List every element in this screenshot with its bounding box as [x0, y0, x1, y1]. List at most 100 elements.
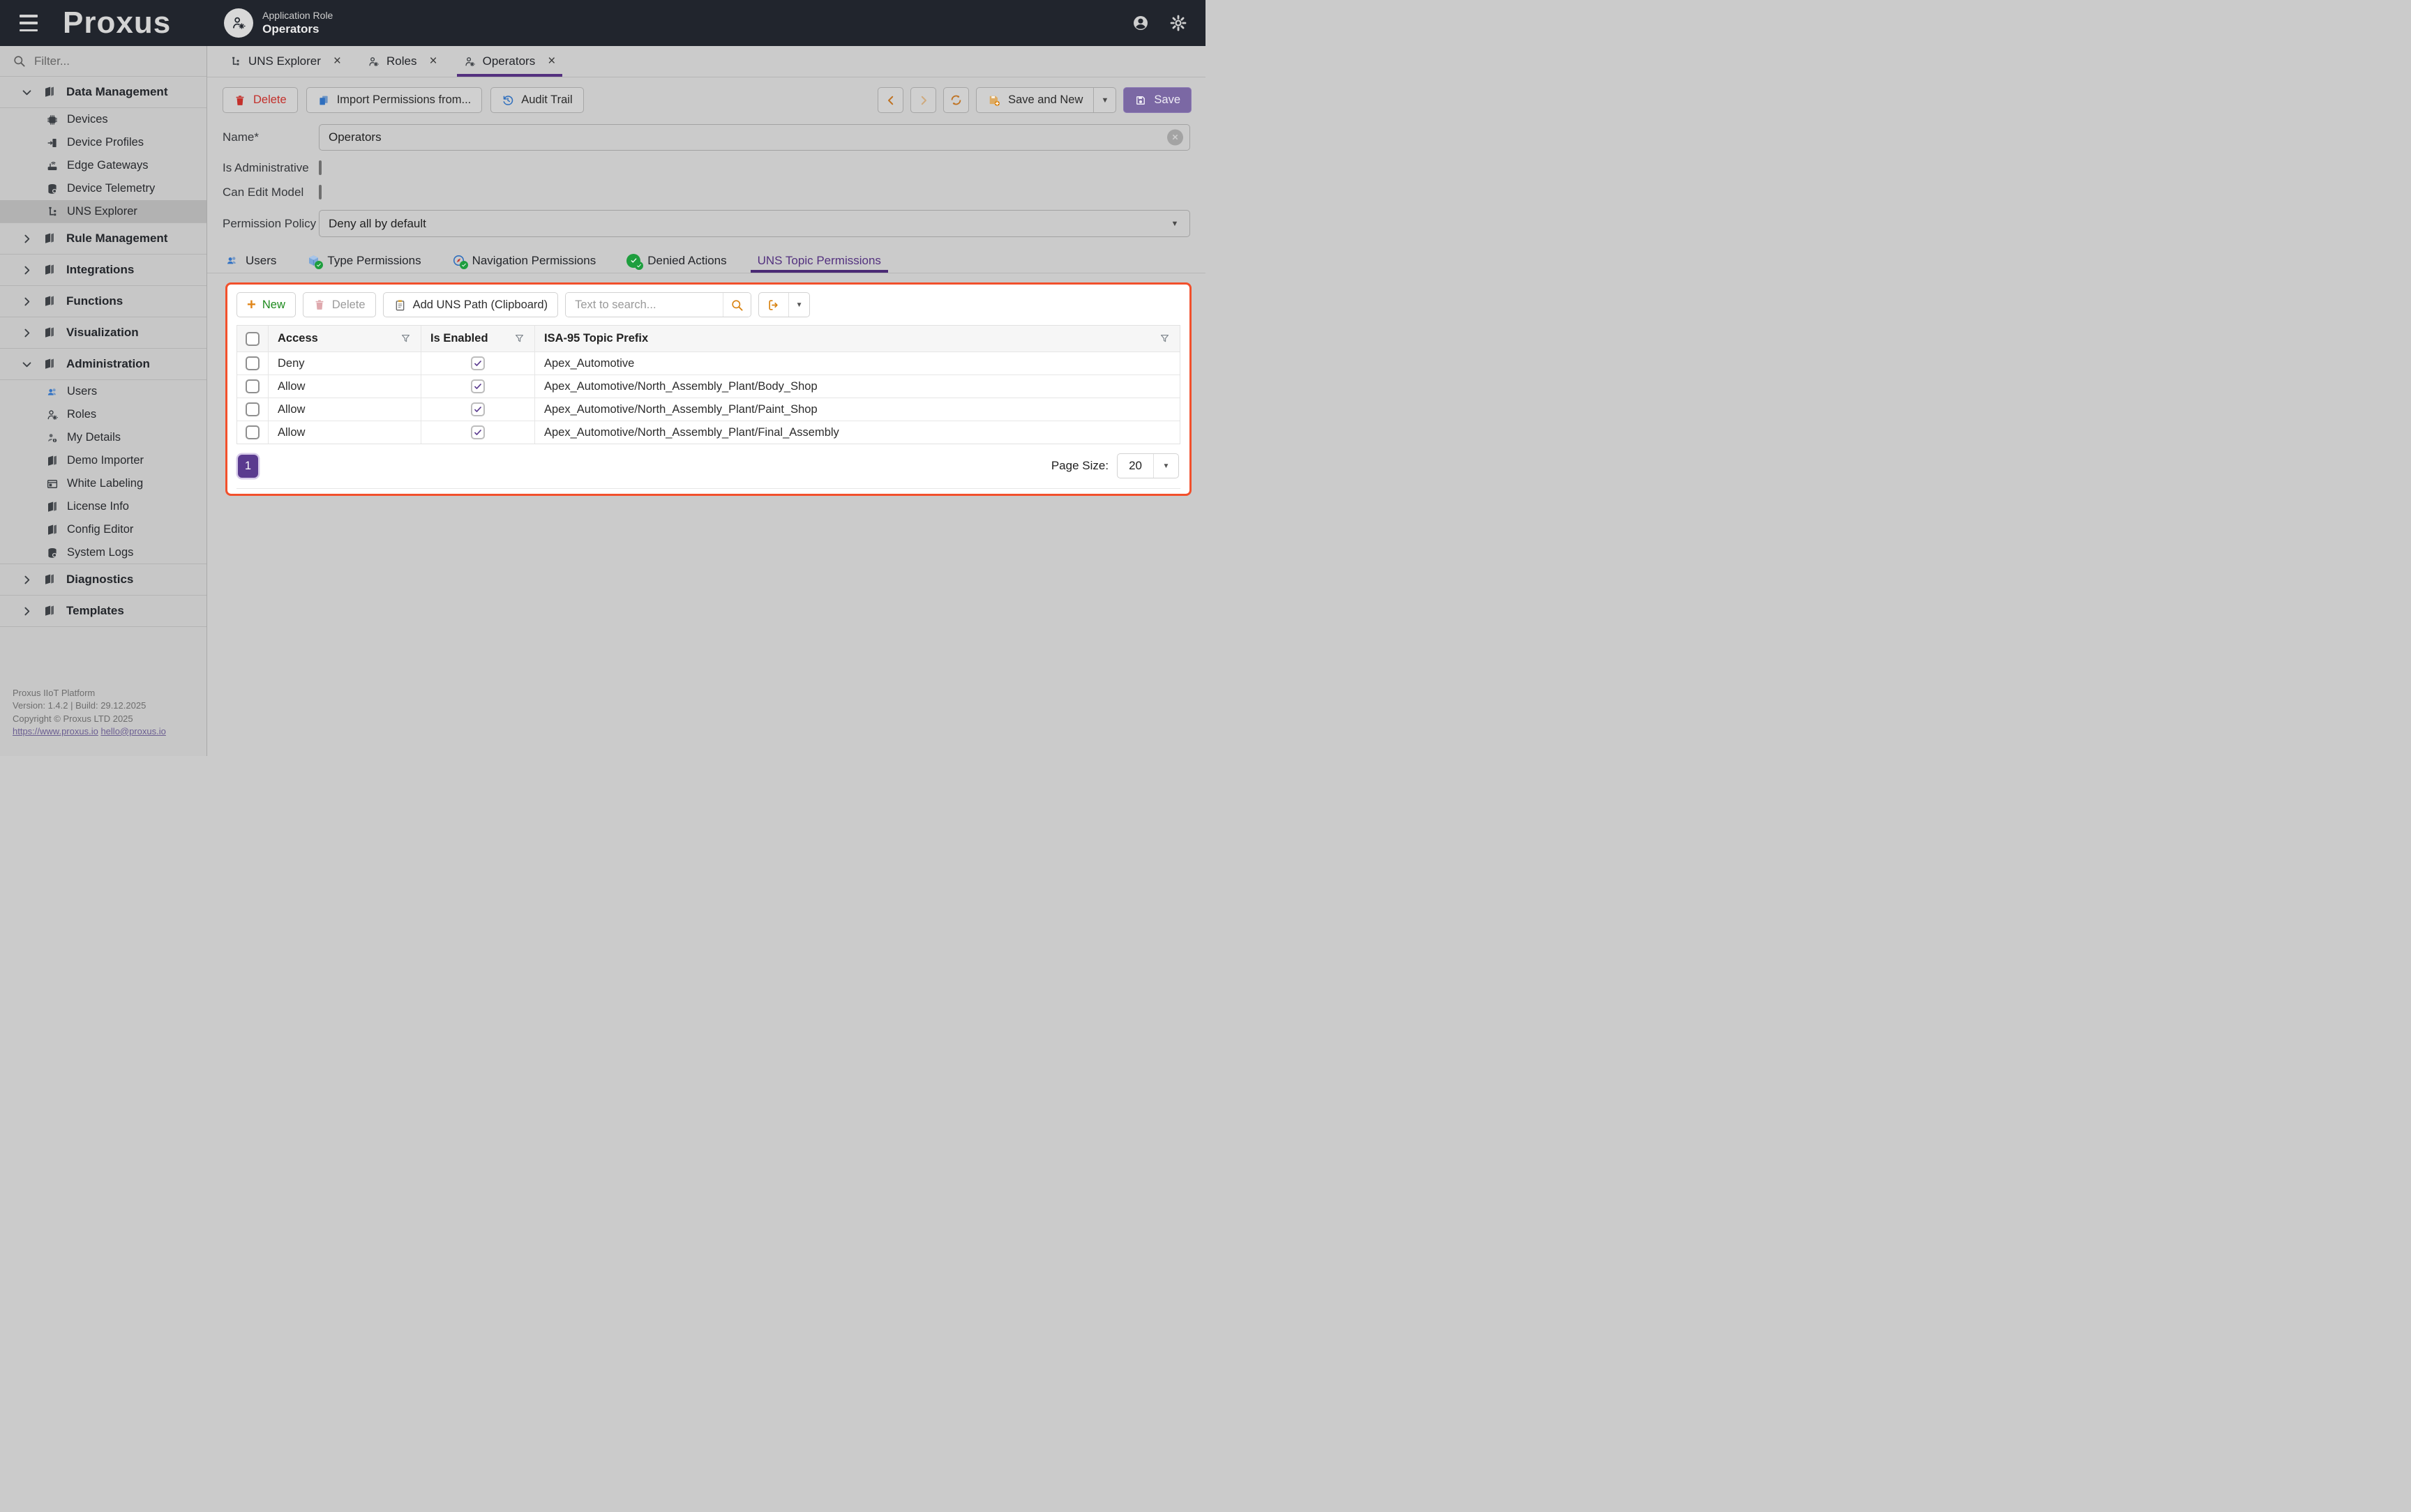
save-button[interactable]: Save: [1123, 87, 1192, 113]
website-link[interactable]: https://www.proxus.io: [13, 726, 98, 736]
subtab-navigation-permissions[interactable]: Navigation Permissions: [452, 248, 596, 273]
is-enabled-checkbox[interactable]: [471, 425, 485, 439]
row-checkbox[interactable]: [246, 402, 260, 416]
page-1-button[interactable]: 1: [238, 455, 258, 478]
filter-funnel-icon[interactable]: [400, 333, 412, 345]
row-checkbox[interactable]: [246, 356, 260, 370]
column-header-topic-prefix[interactable]: ISA-95 Topic Prefix: [535, 326, 1180, 351]
sidebar-item-roles[interactable]: Roles: [0, 403, 206, 426]
settings-gear-icon[interactable]: [1169, 14, 1187, 32]
is-administrative-checkbox[interactable]: [319, 160, 322, 175]
platform-name: Proxus IIoT Platform: [13, 687, 166, 700]
sidebar-item-config-editor[interactable]: Config Editor: [0, 518, 206, 541]
subtab-users[interactable]: Users: [225, 248, 276, 273]
uns-topic-permissions-panel: + New Delete Add UNS Path (Clipboard): [225, 282, 1192, 496]
clear-icon[interactable]: ×: [1167, 130, 1183, 146]
search-group: [565, 292, 751, 317]
sidebar-item-edge-gateways[interactable]: Edge Gateways: [0, 154, 206, 177]
tab-label: UNS Explorer: [248, 54, 321, 68]
sidebar-item-device-profiles[interactable]: Device Profiles: [0, 131, 206, 154]
sidebar-item-license-info[interactable]: License Info: [0, 495, 206, 518]
sidebar-section-rule-management[interactable]: Rule Management: [0, 222, 206, 255]
sidebar-item-demo-importer[interactable]: Demo Importer: [0, 449, 206, 472]
filter-funnel-icon[interactable]: [1159, 333, 1171, 345]
subtab-label: Denied Actions: [647, 254, 726, 268]
context-value-label: Operators: [262, 22, 333, 36]
page-size-select[interactable]: 20 ▼: [1117, 453, 1179, 478]
sidebar-item-users[interactable]: Users: [0, 380, 206, 403]
tab-operators[interactable]: Operators ×: [453, 46, 567, 77]
subtab-denied-actions[interactable]: Denied Actions: [626, 248, 726, 273]
caret-down-icon: ▼: [1160, 211, 1189, 236]
access-cell: Allow: [269, 398, 421, 421]
is-enabled-checkbox[interactable]: [471, 356, 485, 370]
check-icon: [473, 428, 483, 437]
sidebar-item-uns-explorer[interactable]: UNS Explorer: [0, 200, 206, 223]
table-row[interactable]: Deny Apex_Automotive: [237, 351, 1180, 375]
plus-icon: +: [247, 297, 256, 312]
close-icon[interactable]: ×: [333, 54, 341, 69]
sidebar-item-devices[interactable]: Devices: [0, 108, 206, 131]
email-link[interactable]: hello@proxus.io: [100, 726, 165, 736]
account-icon[interactable]: [1132, 14, 1150, 32]
row-checkbox[interactable]: [246, 379, 260, 393]
new-button[interactable]: + New: [236, 292, 296, 317]
audit-trail-button[interactable]: Audit Trail: [490, 87, 583, 113]
row-checkbox[interactable]: [246, 425, 260, 439]
is-enabled-checkbox[interactable]: [471, 379, 485, 393]
export-button[interactable]: [759, 293, 788, 317]
save-and-new-label: Save and New: [1008, 93, 1083, 107]
select-all-checkbox[interactable]: [246, 332, 260, 346]
sidebar-section-label: Integrations: [66, 263, 134, 277]
hamburger-menu-button[interactable]: [20, 15, 40, 31]
can-edit-model-label: Can Edit Model: [223, 186, 319, 199]
next-record-button[interactable]: [910, 87, 936, 113]
panel-delete-button[interactable]: Delete: [303, 292, 376, 317]
delete-button[interactable]: Delete: [223, 87, 298, 113]
sidebar-section-functions[interactable]: Functions: [0, 285, 206, 317]
save-floppy-icon: [1134, 94, 1147, 107]
sidebar-item-my-details[interactable]: My Details: [0, 426, 206, 449]
sidebar-item-label: Device Telemetry: [67, 182, 155, 195]
filter-input[interactable]: [34, 54, 194, 68]
refresh-button[interactable]: [943, 87, 969, 113]
sidebar-section-diagnostics[interactable]: Diagnostics: [0, 564, 206, 596]
sidebar-section-label: Rule Management: [66, 232, 167, 245]
previous-record-button[interactable]: [878, 87, 903, 113]
sidebar-section-templates[interactable]: Templates: [0, 595, 206, 627]
table-row[interactable]: Allow Apex_Automotive/North_Assembly_Pla…: [237, 398, 1180, 421]
tab-uns-explorer[interactable]: UNS Explorer ×: [218, 46, 352, 77]
search-input[interactable]: [566, 293, 723, 317]
is-enabled-checkbox[interactable]: [471, 402, 485, 416]
column-header-access[interactable]: Access: [269, 326, 421, 351]
sidebar-item-white-labeling[interactable]: White Labeling: [0, 472, 206, 495]
sidebar-section-visualization[interactable]: Visualization: [0, 317, 206, 349]
sidebar-item-device-telemetry[interactable]: Device Telemetry: [0, 177, 206, 200]
box-check-icon: [307, 254, 320, 267]
can-edit-model-checkbox[interactable]: [319, 185, 322, 199]
search-button[interactable]: [723, 293, 751, 317]
sidebar-section-integrations[interactable]: Integrations: [0, 254, 206, 286]
caret-down-icon[interactable]: ▼: [788, 293, 809, 317]
filter-funnel-icon[interactable]: [513, 333, 525, 345]
sidebar-item-system-logs[interactable]: System Logs: [0, 541, 206, 564]
permission-policy-select[interactable]: Deny all by default ▼: [319, 210, 1190, 237]
name-input[interactable]: [319, 124, 1190, 151]
import-permissions-button[interactable]: Import Permissions from...: [306, 87, 483, 113]
sidebar-section-data-management[interactable]: Data Management: [0, 76, 206, 108]
table-row[interactable]: Allow Apex_Automotive/North_Assembly_Pla…: [237, 421, 1180, 444]
tab-label: Operators: [483, 54, 536, 68]
table-row[interactable]: Allow Apex_Automotive/North_Assembly_Pla…: [237, 375, 1180, 398]
subtab-uns-topic-permissions[interactable]: UNS Topic Permissions: [758, 248, 881, 273]
caret-down-icon[interactable]: ▼: [1093, 88, 1116, 112]
subtab-type-permissions[interactable]: Type Permissions: [307, 248, 421, 273]
column-header-is-enabled[interactable]: Is Enabled: [421, 326, 535, 351]
sidebar-section-administration[interactable]: Administration: [0, 348, 206, 380]
add-uns-path-button[interactable]: Add UNS Path (Clipboard): [383, 292, 559, 317]
tab-roles[interactable]: Roles ×: [356, 46, 449, 77]
close-icon[interactable]: ×: [548, 54, 555, 69]
sidebar-item-label: Config Editor: [67, 523, 133, 536]
close-icon[interactable]: ×: [430, 54, 437, 69]
sidebar-nav: Data Management Devices Device Profiles …: [0, 76, 206, 627]
save-and-new-button[interactable]: Save and New ▼: [976, 87, 1116, 113]
